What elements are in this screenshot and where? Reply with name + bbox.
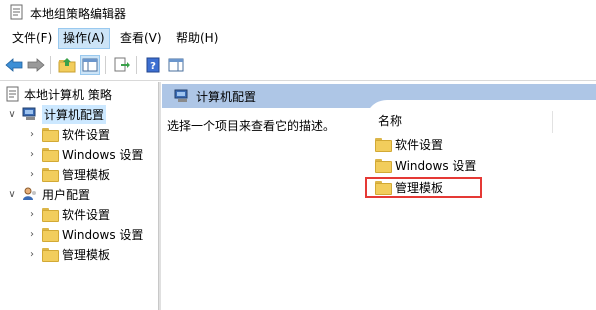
tree-item-label: 软件设置 [62, 207, 111, 222]
menu-bar: 文件(F) 操作(A) 查看(V) 帮助(H) [0, 28, 596, 50]
tree-item-user-admin-templates[interactable]: › 管理模板 [26, 244, 110, 264]
show-hide-tree-icon[interactable] [80, 55, 100, 75]
chevron-right-icon[interactable]: › [26, 128, 38, 140]
chevron-right-icon[interactable]: › [26, 228, 38, 240]
details-header-title: 计算机配置 [196, 89, 257, 104]
chevron-down-icon[interactable]: ∨ [6, 108, 18, 120]
up-folder-icon[interactable] [57, 55, 77, 75]
list-item-label: 软件设置 [395, 137, 444, 152]
menu-help[interactable]: 帮助(H) [172, 28, 222, 49]
folder-icon [42, 168, 59, 182]
tree-root-label: 本地计算机 策略 [24, 87, 112, 102]
tree-item-user-software[interactable]: › 软件设置 [26, 204, 110, 224]
items-list: 名称 软件设置 Windows 设置 管理模板 [365, 100, 596, 310]
tree-item-user-windows[interactable]: › Windows 设置 [26, 224, 143, 244]
properties-pane-icon[interactable] [166, 55, 186, 75]
chevron-right-icon[interactable]: › [26, 168, 38, 180]
description-text: 选择一个项目来查看它的描述。 [167, 119, 336, 133]
folder-icon [42, 248, 59, 262]
folder-icon [42, 128, 59, 142]
chevron-right-icon[interactable]: › [26, 248, 38, 260]
tree-item-computer-config[interactable]: ∨ 计算机配置 [6, 104, 107, 124]
tree-root[interactable]: 本地计算机 策略 [6, 84, 112, 104]
tree-item-user-config[interactable]: ∨ 用户配置 [6, 184, 90, 204]
help-icon[interactable]: ? [143, 55, 163, 75]
window-title: 本地组策略编辑器 [30, 7, 127, 21]
chevron-right-icon[interactable]: › [26, 208, 38, 220]
menu-view[interactable]: 查看(V) [116, 28, 166, 49]
toolbar-divider [0, 80, 596, 81]
export-list-icon[interactable] [112, 55, 132, 75]
tree-item-label: 软件设置 [62, 127, 111, 142]
user-config-label: 用户配置 [42, 187, 91, 202]
list-item-label: Windows 设置 [395, 158, 477, 173]
chevron-down-icon[interactable]: ∨ [6, 188, 18, 200]
user-icon [23, 187, 36, 200]
computer-icon [174, 89, 188, 102]
menu-file[interactable]: 文件(F) [8, 28, 56, 49]
folder-icon [42, 208, 59, 222]
tree-item-computer-admin-templates[interactable]: › 管理模板 [26, 164, 110, 184]
computer-config-label: 计算机配置 [42, 104, 107, 124]
computer-icon [22, 107, 36, 120]
svg-text:?: ? [150, 61, 156, 72]
tree-item-label: Windows 设置 [62, 227, 144, 242]
folder-icon [42, 228, 59, 242]
tree-item-label: 管理模板 [62, 167, 111, 182]
tree-item-computer-software[interactable]: › 软件设置 [26, 124, 110, 144]
folder-icon [375, 159, 392, 173]
column-separator[interactable] [552, 111, 553, 133]
back-arrow-icon[interactable] [4, 55, 24, 75]
tree-pane: 本地计算机 策略 ∨ 计算机配置 › 软件设置 › Windows 设置 › 管… [0, 82, 157, 310]
pane-splitter[interactable] [158, 82, 161, 310]
list-item-windows[interactable]: Windows 设置 [375, 155, 476, 175]
list-item-software[interactable]: 软件设置 [375, 134, 443, 154]
policy-document-icon [6, 86, 19, 102]
menu-action[interactable]: 操作(A) [58, 28, 110, 49]
chevron-right-icon[interactable]: › [26, 148, 38, 160]
toolbar: ? [0, 52, 596, 78]
policy-editor-app-icon [10, 4, 23, 20]
folder-icon [42, 148, 59, 162]
tree-item-label: 管理模板 [62, 247, 111, 262]
column-header-name[interactable]: 名称 [378, 112, 402, 129]
forward-arrow-icon[interactable] [26, 55, 46, 75]
highlight-annotation-box [365, 177, 482, 198]
tree-item-label: Windows 设置 [62, 147, 144, 162]
title-bar: 本地组策略编辑器 [0, 0, 596, 26]
folder-icon [375, 138, 392, 152]
tree-item-computer-windows[interactable]: › Windows 设置 [26, 144, 143, 164]
